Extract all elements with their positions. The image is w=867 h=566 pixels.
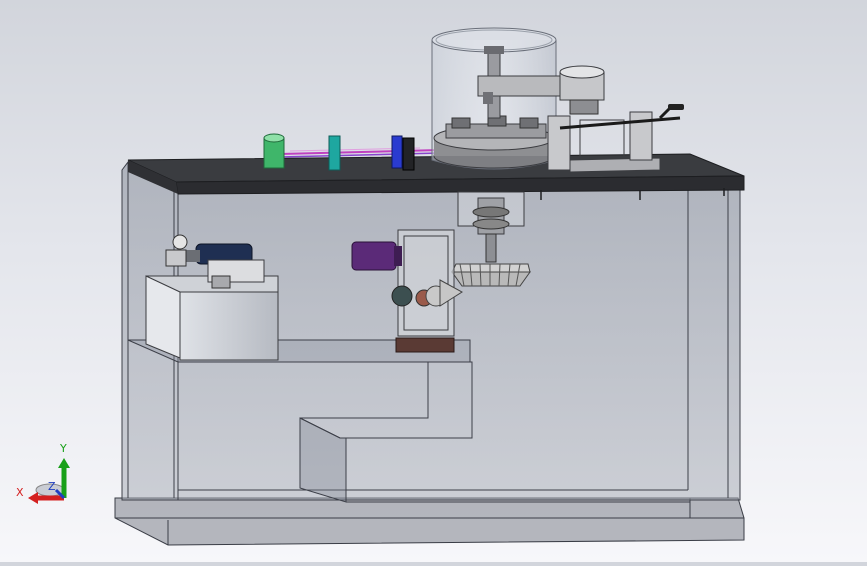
x-axis-label: X — [16, 486, 24, 499]
green-cup-part — [263, 133, 285, 169]
conveyor-tubes — [279, 147, 441, 158]
z-axis-label: Z — [48, 480, 56, 493]
teal-block-part — [328, 135, 341, 171]
cad-viewport[interactable]: Y X Z — [0, 0, 867, 562]
turntable-guard — [431, 27, 605, 170]
blue-black-part — [391, 135, 415, 171]
coordinate-triad: Y X Z — [14, 440, 74, 510]
cabinet-base — [114, 497, 745, 546]
y-axis-label: Y — [60, 442, 67, 455]
machine-assembly — [114, 27, 745, 546]
